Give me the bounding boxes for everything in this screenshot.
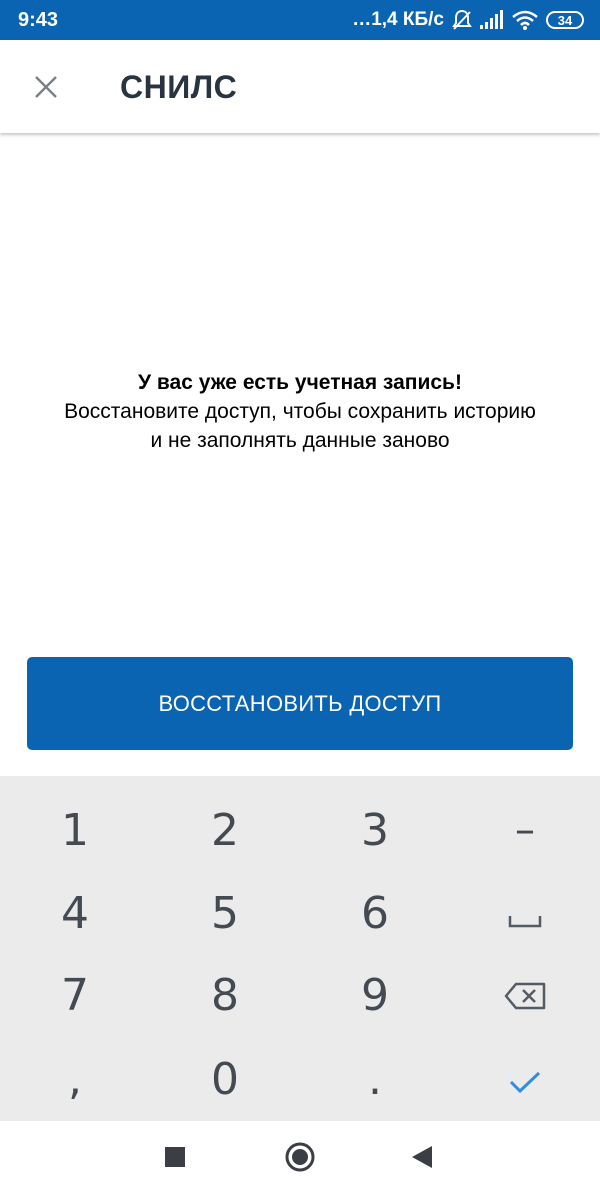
key-dash[interactable]: – xyxy=(450,789,600,871)
signal-icon xyxy=(480,10,504,30)
numeric-keyboard: 1 2 3 – 4 5 6 7 8 9 , 0 . xyxy=(0,776,600,1121)
back-triangle-icon xyxy=(412,1145,432,1173)
status-icons: …1,4 КБ/с 34 xyxy=(352,7,584,33)
key-3[interactable]: 3 xyxy=(300,789,450,871)
home-button[interactable] xyxy=(280,1139,320,1179)
space-icon xyxy=(508,888,542,939)
mute-bell-icon xyxy=(452,9,472,31)
status-time: 9:43 xyxy=(18,9,59,31)
system-nav-bar xyxy=(0,1121,600,1198)
restore-access-button[interactable]: ВОССТАНОВИТЬ ДОСТУП xyxy=(27,657,573,750)
key-5[interactable]: 5 xyxy=(150,872,300,954)
battery-level: 34 xyxy=(557,12,573,28)
key-7[interactable]: 7 xyxy=(0,954,150,1036)
key-6[interactable]: 6 xyxy=(300,872,450,954)
key-9[interactable]: 9 xyxy=(300,954,450,1036)
message-line-2: и не заполнять данные заново xyxy=(150,429,450,452)
network-speed: …1,4 КБ/с xyxy=(352,9,444,30)
account-exists-message: У вас уже есть учетная запись! Восстанов… xyxy=(0,368,600,455)
key-1[interactable]: 1 xyxy=(0,789,150,871)
key-comma[interactable]: , xyxy=(0,1038,150,1120)
key-2[interactable]: 2 xyxy=(150,789,300,871)
page-title: СНИЛС xyxy=(120,69,238,105)
close-button[interactable] xyxy=(22,65,70,113)
message-line-1: Восстановите доступ, чтобы сохранить ист… xyxy=(64,400,536,423)
recents-square-icon xyxy=(165,1146,185,1172)
status-bar: 9:43 …1,4 КБ/с 34 xyxy=(0,0,600,40)
key-done[interactable] xyxy=(450,1038,600,1120)
wifi-icon xyxy=(512,10,538,30)
key-space[interactable] xyxy=(450,872,600,954)
back-button[interactable] xyxy=(402,1139,442,1179)
close-icon xyxy=(34,75,58,104)
battery-icon: 34 xyxy=(546,11,584,29)
key-8[interactable]: 8 xyxy=(150,954,300,1036)
home-circle-icon xyxy=(285,1142,315,1177)
key-4[interactable]: 4 xyxy=(0,872,150,954)
key-0[interactable]: 0 xyxy=(150,1038,300,1120)
key-backspace[interactable] xyxy=(450,954,600,1036)
app-bar: СНИЛС xyxy=(0,40,600,133)
recents-button[interactable] xyxy=(155,1139,195,1179)
key-dot[interactable]: . xyxy=(300,1038,450,1120)
checkmark-icon xyxy=(509,1054,541,1105)
backspace-icon xyxy=(504,970,546,1021)
message-heading: У вас уже есть учетная запись! xyxy=(138,371,462,394)
